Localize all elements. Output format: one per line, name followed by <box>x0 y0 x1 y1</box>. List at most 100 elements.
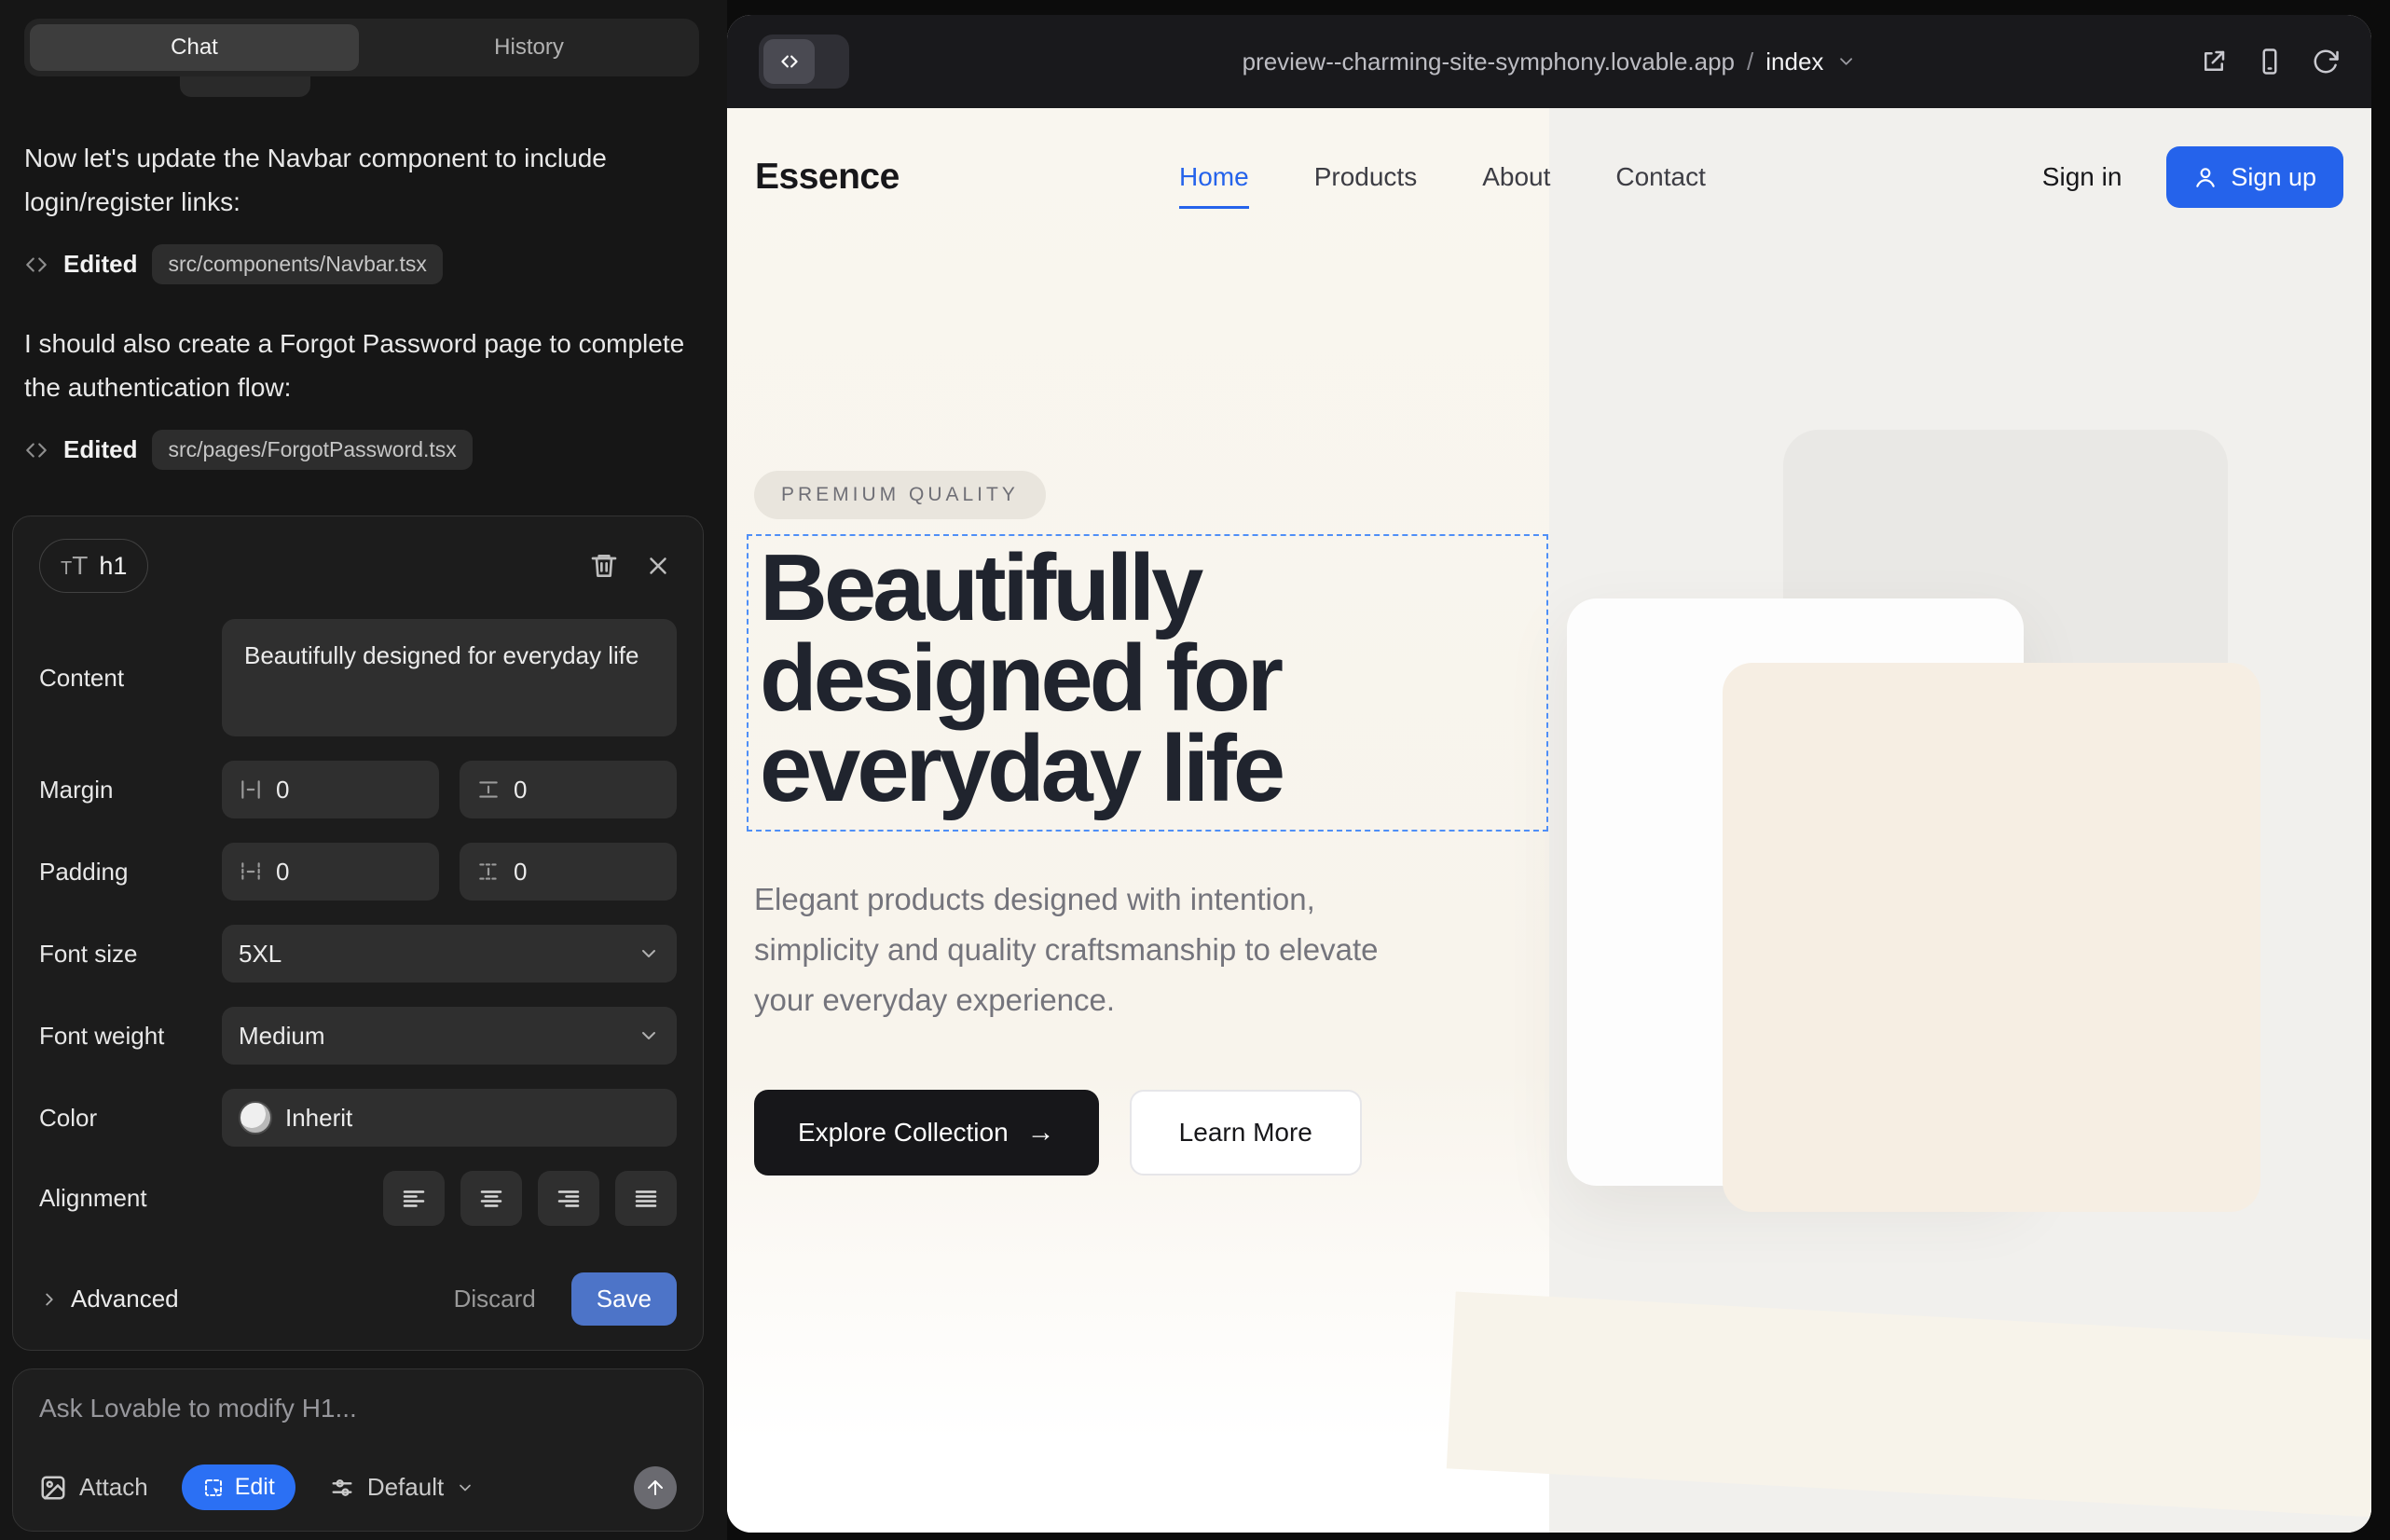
chevron-down-icon <box>1835 51 1856 72</box>
code-toggle-segment[interactable] <box>763 39 815 84</box>
content-row: Content Beautifully designed for everyda… <box>39 619 677 736</box>
model-default-button[interactable]: Default <box>329 1473 474 1502</box>
hero-description: Elegant products designed with intention… <box>754 874 1407 1025</box>
font-size-row: Font size 5XL <box>39 925 677 983</box>
edit-mode-label: Edit <box>235 1474 275 1501</box>
nav-link-about[interactable]: About <box>1482 162 1550 192</box>
nav-link-home[interactable]: Home <box>1179 162 1249 192</box>
margin-y-field[interactable] <box>460 761 677 818</box>
image-icon <box>39 1474 67 1502</box>
align-right-button[interactable] <box>538 1171 599 1226</box>
sign-up-button[interactable]: Sign up <box>2166 146 2343 208</box>
premium-quality-badge: PREMIUM QUALITY <box>754 471 1046 519</box>
refresh-icon <box>2312 48 2340 76</box>
preview-window: preview--charming-site-symphony.lovable.… <box>727 15 2371 1533</box>
delete-element-button[interactable] <box>585 547 623 584</box>
font-size-label: Font size <box>39 940 222 969</box>
file-chip[interactable]: src/pages/ForgotPassword.tsx <box>152 430 472 470</box>
font-weight-select[interactable]: Medium <box>222 1007 677 1065</box>
element-editor-panel: TT h1 Content Beautifully designed for e… <box>12 516 704 1351</box>
font-weight-row: Font weight Medium <box>39 1007 677 1065</box>
url-separator: / <box>1747 48 1753 76</box>
browser-chrome: preview--charming-site-symphony.lovable.… <box>727 15 2371 108</box>
edit-mode-button[interactable]: Edit <box>182 1464 295 1510</box>
edited-label: Edited <box>63 435 137 464</box>
font-size-select[interactable]: 5XL <box>222 925 677 983</box>
explore-collection-label: Explore Collection <box>798 1118 1009 1148</box>
learn-more-button[interactable]: Learn More <box>1130 1090 1362 1176</box>
nav-auth-group: Sign in Sign up <box>2042 146 2343 208</box>
chevron-down-icon <box>456 1478 474 1497</box>
padding-y-field[interactable] <box>460 843 677 901</box>
color-select[interactable]: Inherit <box>222 1089 677 1147</box>
site-logo[interactable]: Essence <box>755 157 900 198</box>
explore-collection-button[interactable]: Explore Collection → <box>754 1090 1099 1176</box>
alignment-row: Alignment <box>39 1171 677 1226</box>
mobile-view-button[interactable] <box>2256 48 2284 76</box>
close-icon <box>644 552 672 580</box>
edited-label: Edited <box>63 250 137 279</box>
arrow-up-icon <box>644 1477 666 1499</box>
discard-button[interactable]: Discard <box>454 1285 536 1313</box>
content-input[interactable]: Beautifully designed for everyday life <box>222 619 677 736</box>
chat-panel: Chat History Now let's update the Navbar… <box>0 0 727 1540</box>
chevron-down-icon <box>638 1024 660 1047</box>
color-value: Inherit <box>285 1104 352 1133</box>
site-preview: Essence Home Products About Contact Sign… <box>727 108 2371 1533</box>
nav-link-contact[interactable]: Contact <box>1615 162 1706 192</box>
margin-x-input[interactable] <box>276 776 422 804</box>
arrow-right-icon: → <box>1027 1117 1055 1148</box>
align-justify-button[interactable] <box>615 1171 677 1226</box>
nav-link-products[interactable]: Products <box>1314 162 1418 192</box>
chat-message-list: Now let's update the Navbar component to… <box>0 76 727 516</box>
close-editor-button[interactable] <box>639 547 677 584</box>
panel-tabs: Chat History <box>24 19 699 76</box>
open-external-button[interactable] <box>2200 48 2228 76</box>
smartphone-icon <box>2256 48 2284 76</box>
file-chip[interactable]: src/components/Navbar.tsx <box>152 244 442 284</box>
chevron-right-icon <box>39 1289 60 1310</box>
editor-header: TT h1 <box>39 537 677 595</box>
text-size-icon: TT <box>61 551 88 581</box>
editor-footer: Advanced Discard Save <box>39 1272 677 1326</box>
attach-button[interactable]: Attach <box>39 1473 148 1502</box>
element-tag-label: h1 <box>99 552 127 581</box>
hero-headline[interactable]: Beautifully designed for everyday life <box>760 543 1535 815</box>
padding-row: Padding <box>39 843 677 901</box>
prompt-input[interactable] <box>39 1394 677 1423</box>
color-row: Color Inherit <box>39 1089 677 1147</box>
tab-chat[interactable]: Chat <box>30 24 359 71</box>
align-left-icon <box>400 1185 428 1213</box>
refresh-button[interactable] <box>2312 48 2340 76</box>
sign-in-link[interactable]: Sign in <box>2042 162 2122 192</box>
chevron-down-icon <box>638 942 660 965</box>
align-center-icon <box>477 1185 505 1213</box>
code-preview-toggle[interactable] <box>759 34 849 89</box>
color-swatch <box>239 1101 272 1134</box>
padding-x-input[interactable] <box>276 858 422 887</box>
align-center-button[interactable] <box>460 1171 522 1226</box>
save-button[interactable]: Save <box>571 1272 677 1326</box>
margin-y-input[interactable] <box>514 776 660 804</box>
align-left-button[interactable] <box>383 1171 445 1226</box>
selected-element-outline[interactable]: Beautifully designed for everyday life <box>747 534 1548 832</box>
tab-history[interactable]: History <box>364 24 694 71</box>
font-size-value: 5XL <box>239 940 625 969</box>
attach-label: Attach <box>79 1473 148 1502</box>
edited-file-row: Edited src/components/Navbar.tsx <box>24 244 699 284</box>
url-path[interactable]: index <box>1765 48 1823 76</box>
padding-x-field[interactable] <box>222 843 439 901</box>
align-right-icon <box>555 1185 583 1213</box>
alignment-label: Alignment <box>39 1184 222 1213</box>
padding-y-input[interactable] <box>514 858 660 887</box>
url-bar[interactable]: preview--charming-site-symphony.lovable.… <box>1243 48 1857 76</box>
margin-x-field[interactable] <box>222 761 439 818</box>
external-link-icon <box>2200 48 2228 76</box>
margin-label: Margin <box>39 776 222 804</box>
vertical-spacing-icon <box>476 777 501 802</box>
send-button[interactable] <box>634 1466 677 1509</box>
selected-element-chip[interactable]: TT h1 <box>39 539 148 593</box>
user-icon <box>2193 165 2218 189</box>
sliders-icon <box>329 1475 355 1501</box>
advanced-expander[interactable]: Advanced <box>39 1285 179 1313</box>
